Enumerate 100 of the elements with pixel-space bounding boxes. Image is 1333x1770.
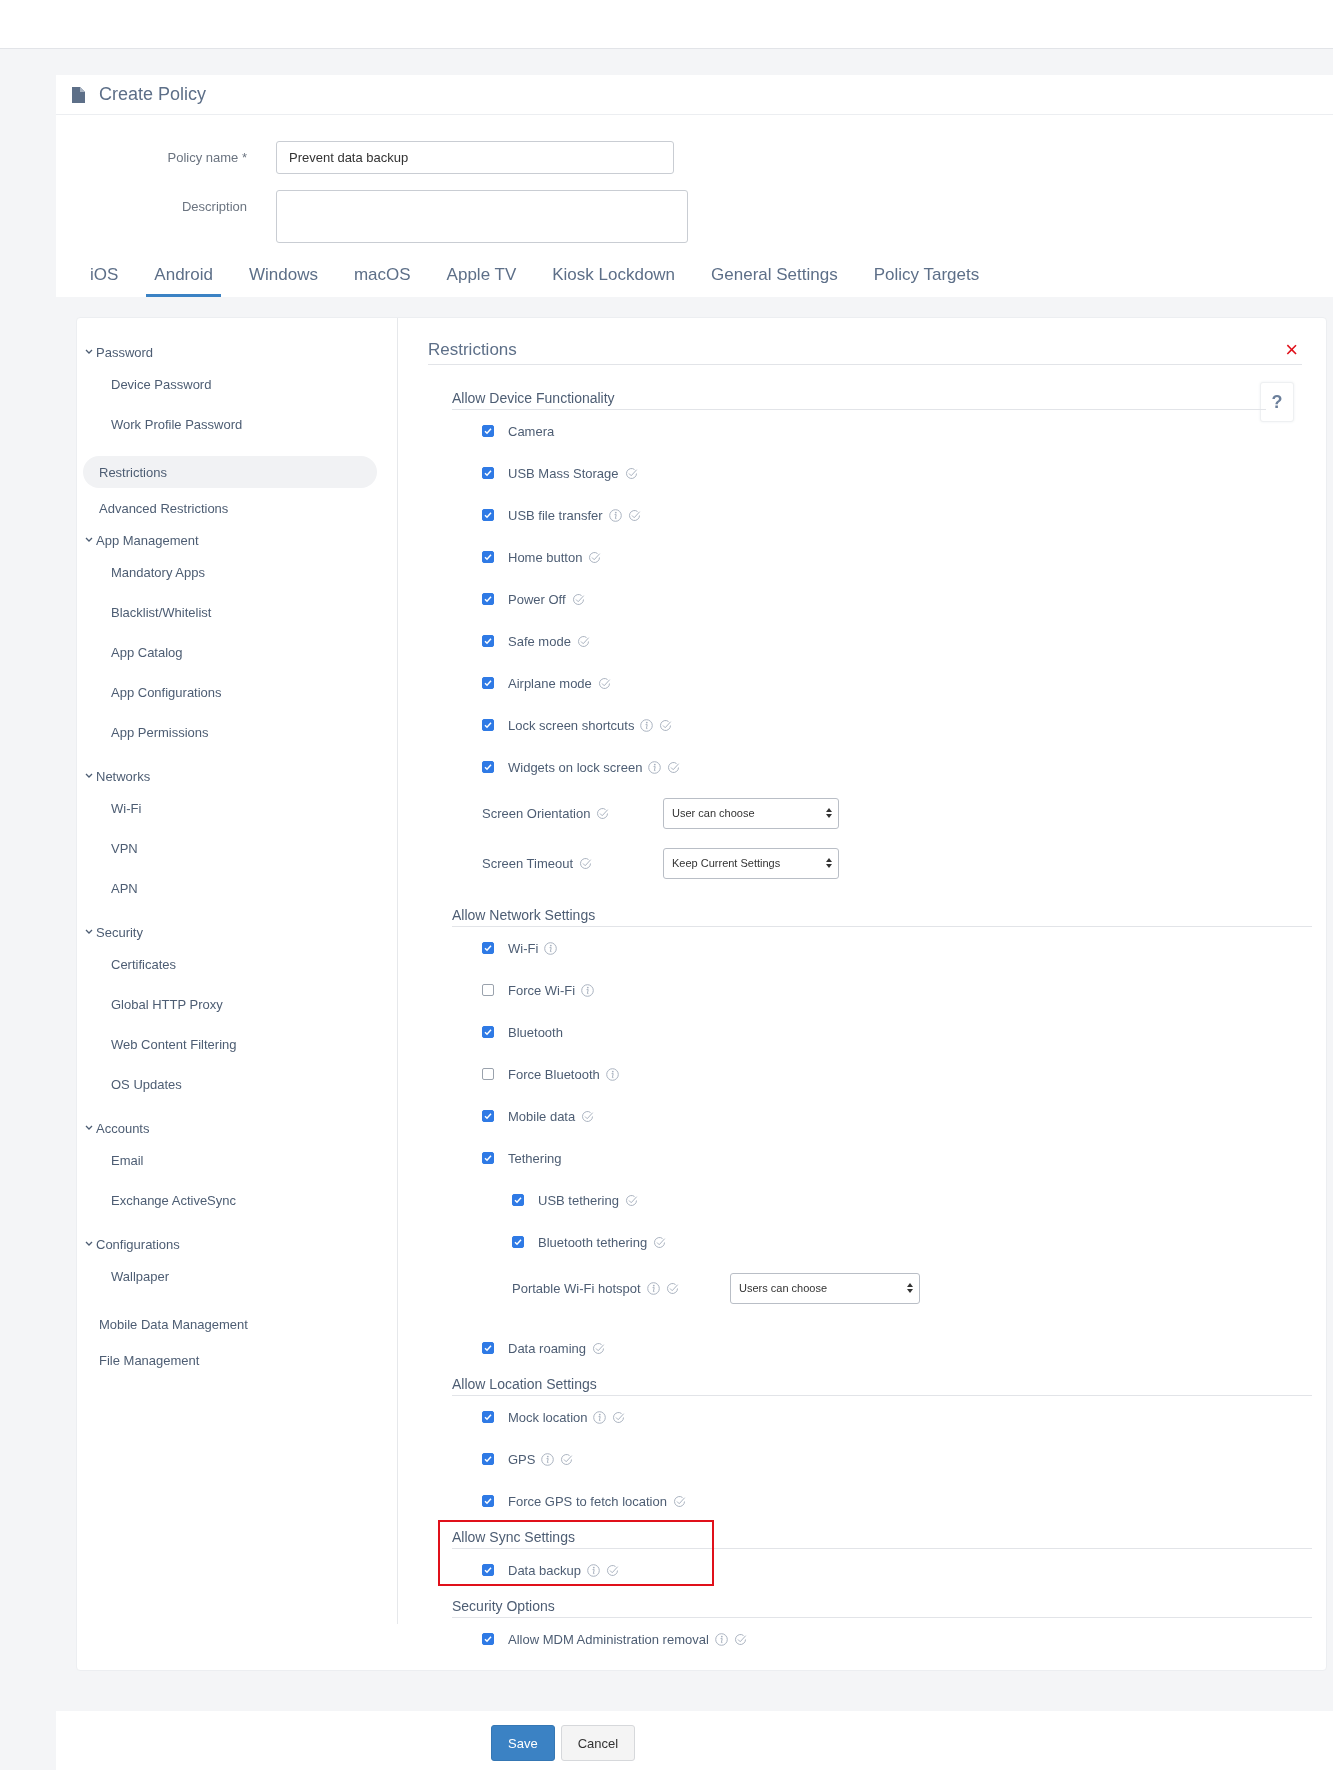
section-heading: Allow Device Functionality [452,383,1266,410]
option-label: Screen Timeout [482,855,574,871]
document-icon [72,86,85,103]
sidebar-item[interactable]: Exchange ActiveSync [77,1180,377,1220]
option-label: Screen Orientation [482,805,591,821]
checkbox[interactable] [482,1411,494,1423]
checkbox[interactable] [482,719,494,731]
checkbox[interactable] [482,984,494,996]
up-down-arrows-icon [826,858,832,868]
tab[interactable]: iOS [82,259,127,297]
checkbox[interactable] [482,1633,494,1645]
sidebar-item[interactable]: App Configurations [77,672,377,712]
checkbox[interactable] [482,761,494,773]
checkbox[interactable] [482,425,494,437]
sidebar-group[interactable]: Networks [77,764,377,788]
checkbox[interactable] [482,1495,494,1507]
checkbox[interactable] [482,1453,494,1465]
option-label: USB Mass Storage [508,465,619,481]
save-button[interactable]: Save [491,1725,555,1761]
sidebar-item[interactable]: App Catalog [77,632,377,672]
cancel-button[interactable]: Cancel [560,1725,636,1761]
sidebar-item[interactable]: Device Password [77,364,377,404]
sidebar-item[interactable]: Mandatory Apps [77,552,377,592]
sidebar-group[interactable]: Configurations [77,1232,377,1256]
sidebar-item[interactable]: VPN [77,828,377,868]
sidebar-item[interactable]: OS Updates [77,1064,377,1104]
checkbox[interactable] [482,1026,494,1038]
checkbox[interactable] [482,677,494,689]
chevron-icon [85,349,93,355]
checkbox[interactable] [482,593,494,605]
sidebar-item[interactable]: Blacklist/Whitelist [77,592,377,632]
checkbox[interactable] [482,635,494,647]
option-label: Widgets on lock screen [508,759,643,775]
tab[interactable]: General Settings [703,259,846,297]
option-label: Mock location [508,1409,588,1425]
option-label: Airplane mode [508,675,592,691]
description-field[interactable] [276,190,688,243]
sidebar-item[interactable]: APN [77,868,377,908]
option-label: Lock screen shortcuts [508,717,635,733]
sidebar-item[interactable]: Restrictions [83,456,377,488]
checkbox[interactable] [482,942,494,954]
option-label: Force Bluetooth [508,1066,600,1082]
chevron-icon [85,1125,93,1131]
dropdown[interactable]: User can choose [663,797,839,829]
sidebar-item[interactable]: Advanced Restrictions [83,492,377,524]
option-label: Wi-Fi [508,940,539,956]
sidebar-group[interactable]: App Management [77,528,377,552]
up-down-arrows-icon [907,1283,913,1293]
sidebar-item[interactable]: File Management [83,1344,377,1376]
option-label: Force Wi-Fi [508,982,576,998]
sidebar-item[interactable]: Certificates [77,944,377,984]
option-label: Mobile data [508,1108,576,1124]
option-label: Safe mode [508,633,571,649]
option-label: Portable Wi-Fi hotspot [512,1280,641,1296]
sidebar-group[interactable]: Accounts [77,1116,377,1140]
sidebar-item[interactable]: Global HTTP Proxy [77,984,377,1024]
option-label: USB file transfer [508,507,603,523]
checkbox[interactable] [512,1236,524,1248]
sidebar-item[interactable]: Wi-Fi [77,788,377,828]
policy-name-field[interactable]: Prevent data backup [276,141,674,174]
section-heading: Security Options [452,1591,1312,1618]
checkbox[interactable] [482,509,494,521]
field-label: Policy name * [166,149,248,167]
checkbox[interactable] [482,1564,494,1576]
sidebar-item[interactable]: Wallpaper [77,1256,377,1296]
sidebar-group[interactable]: Password [77,340,377,364]
tab[interactable]: Kiosk Lockdown [544,259,684,297]
tab[interactable]: Windows [240,259,326,297]
checkbox[interactable] [482,1342,494,1354]
sidebar-item[interactable]: App Permissions [77,712,377,752]
tab[interactable]: Policy Targets [865,259,988,297]
section-heading: Allow Sync Settings [452,1522,1312,1549]
checkbox[interactable] [482,467,494,479]
dropdown[interactable]: Keep Current Settings [663,847,839,879]
sidebar-item[interactable]: Email [77,1140,377,1180]
checkbox[interactable] [482,1068,494,1080]
sidebar-item[interactable]: Mobile Data Management [83,1308,377,1340]
close-button[interactable]: × [1281,340,1302,360]
option-label: Data roaming [508,1340,587,1356]
sidebar-item[interactable]: Web Content Filtering [77,1024,377,1064]
dropdown[interactable]: Users can choose [730,1272,920,1304]
tab[interactable]: macOS [345,259,419,297]
option-label: Power Off [508,591,566,607]
option-label: Force GPS to fetch location [508,1493,667,1509]
option-label: Tethering [508,1150,562,1166]
page-title: Create Policy [99,84,207,105]
checkbox[interactable] [482,1110,494,1122]
option-label: Bluetooth tethering [538,1234,648,1250]
checkbox[interactable] [482,551,494,563]
checkbox[interactable] [512,1194,524,1206]
option-label: Bluetooth [508,1024,563,1040]
panel-title: Restrictions [428,340,517,360]
checkbox[interactable] [482,1152,494,1164]
sidebar-group[interactable]: Security [77,920,377,944]
help-button[interactable]: ? [1260,382,1294,422]
chevron-icon [85,773,93,779]
section-heading: Allow Location Settings [452,1369,1312,1396]
chevron-icon [85,537,93,543]
tab[interactable]: Apple TV [438,259,525,297]
sidebar-item[interactable]: Work Profile Password [77,404,377,444]
